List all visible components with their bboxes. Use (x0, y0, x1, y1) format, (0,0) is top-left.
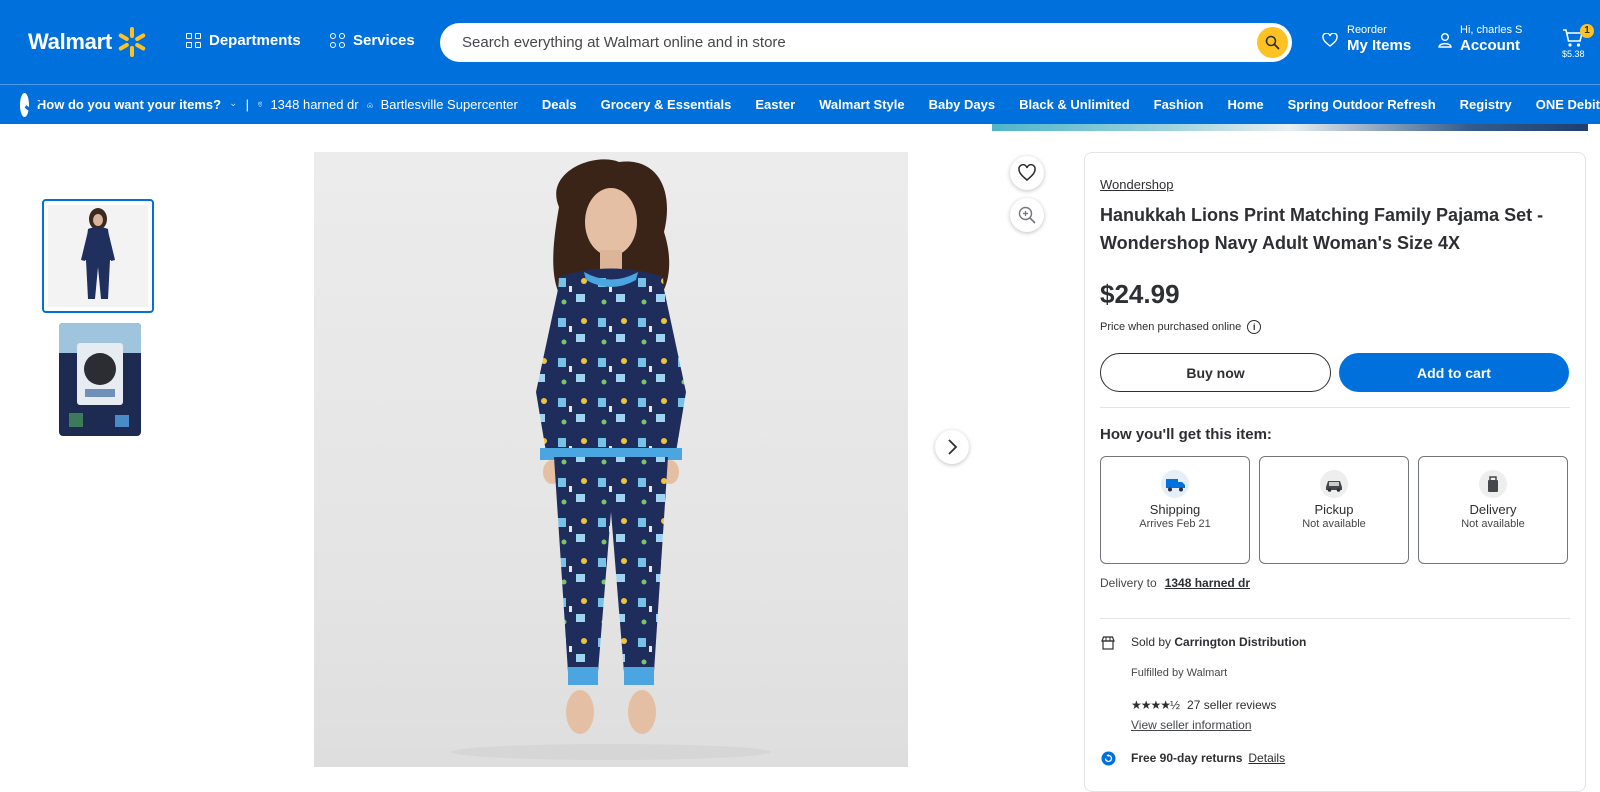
nav-registry[interactable]: Registry (1460, 97, 1512, 112)
fulfillment-icon (20, 92, 29, 117)
nav-one-debit[interactable]: ONE Debit (1536, 97, 1600, 112)
product-price: $24.99 (1100, 279, 1180, 309)
user-icon (1438, 32, 1452, 48)
category-links: Deals Grocery & Essentials Easter Walmar… (542, 97, 1600, 112)
zoom-button[interactable] (1010, 198, 1044, 232)
bag-icon (1479, 470, 1507, 498)
nav-home[interactable]: Home (1227, 97, 1263, 112)
option-status: Not available (1461, 518, 1525, 530)
brand-link[interactable]: Wondershop (1100, 177, 1173, 192)
spark-icon (116, 26, 148, 58)
account-label: Account (1460, 37, 1520, 54)
next-image-button[interactable] (935, 430, 969, 464)
how-want-items-button[interactable]: How do you want your items? (37, 97, 221, 112)
my-items-label: My Items (1347, 37, 1412, 54)
pickup-option[interactable]: Pickup Not available (1259, 456, 1409, 564)
how-get-heading: How you'll get this item: (1100, 426, 1272, 443)
nav-separator: | (245, 97, 249, 112)
delivery-address-link[interactable]: 1348 harned dr (1165, 576, 1250, 590)
cart-count-badge: 1 (1580, 24, 1594, 38)
price-note-text: Price when purchased online (1100, 321, 1242, 333)
divider (1100, 618, 1570, 619)
product-thumbnail-1[interactable] (42, 199, 154, 313)
truck-icon (1161, 470, 1189, 498)
reorder-label: Reorder (1347, 24, 1387, 36)
nav-deals[interactable]: Deals (542, 97, 577, 112)
chevron-right-icon (948, 439, 958, 455)
divider (1100, 407, 1570, 408)
nav-spring-outdoor[interactable]: Spring Outdoor Refresh (1288, 97, 1436, 112)
delivery-to-label: Delivery to (1100, 576, 1157, 590)
sold-by-label: Sold by (1131, 635, 1172, 649)
delivery-to: Delivery to 1348 harned dr (1100, 576, 1250, 590)
nav-easter[interactable]: Easter (755, 97, 795, 112)
model-illustration (451, 159, 771, 760)
nav-fashion[interactable]: Fashion (1154, 97, 1204, 112)
heart-icon (1018, 164, 1036, 181)
zoom-in-icon (1018, 206, 1036, 224)
add-to-cart-button[interactable]: Add to cart (1339, 353, 1569, 392)
logo-text: Walmart (28, 29, 112, 54)
account-button[interactable]: Hi, charles S Account (1438, 24, 1522, 55)
services-label: Services (353, 32, 415, 49)
secondary-nav: How do you want your items? | 1348 harne… (0, 84, 1600, 124)
nav-black-unlimited[interactable]: Black & Unlimited (1019, 97, 1130, 112)
star-rating-icon: ★★★★½ (1131, 698, 1180, 712)
services-icon (330, 33, 345, 48)
cart-button[interactable]: 1 $5.38 (1562, 24, 1594, 64)
nav-baby-days[interactable]: Baby Days (929, 97, 995, 112)
search-bar (440, 23, 1292, 62)
thumbnail-image (48, 205, 148, 307)
buy-now-button[interactable]: Buy now (1100, 353, 1331, 392)
info-icon[interactable]: i (1247, 320, 1262, 334)
store-link[interactable]: Bartlesville Supercenter (381, 97, 518, 112)
returns-icon (1101, 751, 1116, 766)
favorite-button[interactable] (1010, 156, 1044, 190)
search-input[interactable] (462, 23, 1222, 62)
reorder-button[interactable]: Reorder My Items (1322, 24, 1411, 55)
account-greeting: Hi, charles S (1460, 24, 1523, 36)
site-header: Walmart Departments Services Reorder My … (0, 0, 1600, 84)
price-note: Price when purchased online i (1100, 320, 1262, 334)
departments-button[interactable]: Departments (186, 32, 301, 49)
nav-grocery[interactable]: Grocery & Essentials (601, 97, 732, 112)
promo-banner-strip[interactable] (992, 124, 1588, 131)
grid-icon (186, 33, 201, 48)
nav-walmart-style[interactable]: Walmart Style (819, 97, 905, 112)
product-main-image[interactable] (314, 152, 908, 767)
seller-rating: ★★★★½ 27 seller reviews (1131, 698, 1276, 712)
shipping-option[interactable]: Shipping Arrives Feb 21 (1100, 456, 1250, 564)
buy-box-panel: Wondershop Hanukkah Lions Print Matching… (1084, 152, 1586, 792)
services-button[interactable]: Services (330, 32, 415, 49)
option-status: Not available (1302, 518, 1366, 530)
search-button[interactable] (1257, 27, 1288, 58)
seller-reviews-count: 27 seller reviews (1187, 698, 1277, 712)
free-returns: Free 90-day returns Details (1131, 751, 1285, 765)
delivery-option[interactable]: Delivery Not available (1418, 456, 1568, 564)
product-thumbnail-2[interactable] (59, 323, 141, 436)
store-icon (1101, 636, 1115, 650)
seller-name[interactable]: Carrington Distribution (1174, 635, 1306, 649)
store-icon (367, 101, 373, 107)
car-icon (1320, 470, 1348, 498)
option-name: Pickup (1314, 502, 1354, 517)
fulfilled-by: Fulfilled by Walmart (1131, 667, 1228, 679)
location-pin-icon (258, 101, 263, 108)
address-link[interactable]: 1348 harned dr (270, 97, 358, 112)
option-name: Delivery (1469, 502, 1517, 517)
option-status: Arrives Feb 21 (1139, 518, 1211, 530)
view-seller-info-link[interactable]: View seller information (1131, 718, 1252, 732)
returns-details-link[interactable]: Details (1248, 751, 1285, 765)
walmart-logo[interactable]: Walmart (28, 26, 148, 58)
heart-icon (1322, 32, 1338, 47)
chevron-down-icon[interactable] (231, 101, 236, 109)
option-name: Shipping (1149, 502, 1201, 517)
departments-label: Departments (209, 32, 301, 49)
returns-text: Free 90-day returns (1131, 751, 1243, 765)
cart-amount: $5.38 (1562, 49, 1585, 59)
sold-by: Sold by Carrington Distribution (1131, 635, 1306, 649)
product-title: Hanukkah Lions Print Matching Family Paj… (1100, 205, 1544, 253)
thumbnail-image (59, 323, 141, 436)
search-icon (1265, 35, 1280, 50)
